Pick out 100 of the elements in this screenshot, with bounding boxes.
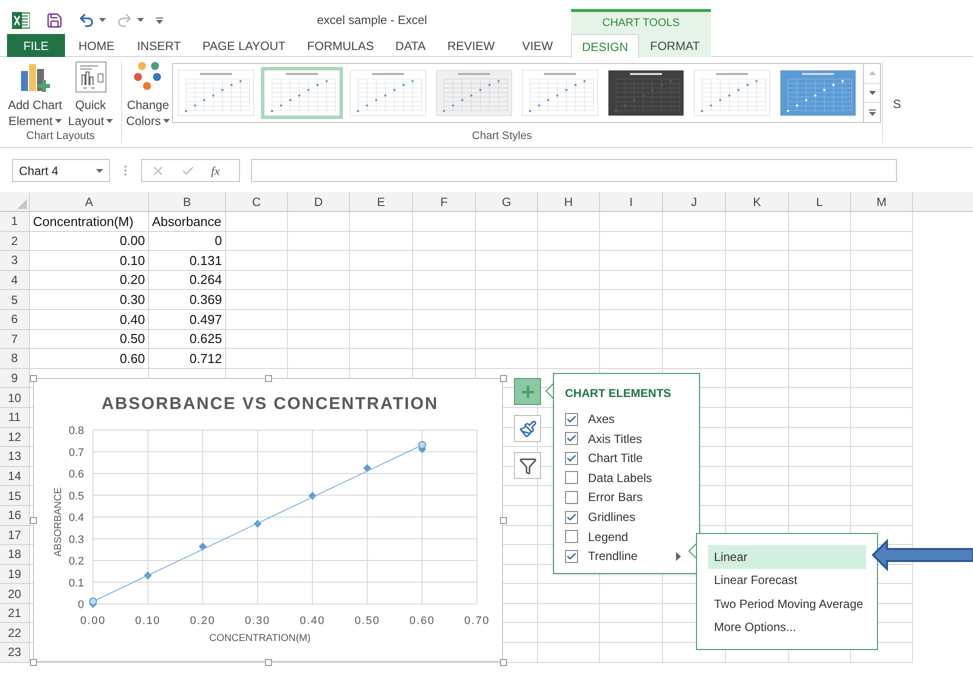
- row-number[interactable]: 3: [0, 251, 30, 271]
- row-number[interactable]: 21: [0, 604, 30, 624]
- element-label[interactable]: Axes: [588, 410, 676, 428]
- chart-style-thumbnail[interactable]: [691, 67, 773, 119]
- ribbon-tab[interactable]: FILE: [7, 34, 65, 57]
- menu-item[interactable]: Two Period Moving Average: [708, 592, 866, 616]
- change-colors-button[interactable]: Change Colors: [126, 61, 170, 129]
- checkbox[interactable]: [565, 490, 578, 504]
- resize-handle[interactable]: [30, 375, 37, 382]
- redo-icon[interactable]: [116, 12, 133, 28]
- resize-handle[interactable]: [265, 375, 272, 382]
- chart-style-thumbnail[interactable]: [175, 67, 257, 119]
- ribbon-tab[interactable]: DATA: [383, 34, 438, 57]
- undo-icon[interactable]: [78, 12, 95, 28]
- select-all-icon[interactable]: [17, 199, 27, 209]
- row-number[interactable]: 6: [0, 310, 30, 330]
- ribbon-tab[interactable]: REVIEW: [438, 34, 504, 57]
- resize-handle[interactable]: [30, 517, 37, 524]
- row-number[interactable]: 22: [0, 623, 30, 644]
- row-number[interactable]: 14: [0, 466, 30, 486]
- row-number[interactable]: 11: [0, 408, 30, 428]
- name-box[interactable]: Chart 4: [12, 159, 110, 182]
- column-header[interactable]: L: [789, 192, 851, 211]
- menu-item[interactable]: Linear Forecast: [708, 568, 866, 592]
- column-header[interactable]: G: [476, 192, 538, 211]
- element-label[interactable]: Chart Title: [588, 449, 676, 468]
- menu-item[interactable]: More Options...: [708, 616, 866, 639]
- row-number[interactable]: 2: [0, 232, 30, 252]
- element-label[interactable]: Legend: [588, 528, 676, 546]
- row-number[interactable]: 18: [0, 545, 30, 565]
- ribbon-tab[interactable]: PAGE LAYOUT: [190, 34, 298, 57]
- row-number[interactable]: 13: [0, 447, 30, 467]
- element-label[interactable]: Gridlines: [588, 508, 676, 526]
- element-label[interactable]: Error Bars: [588, 488, 676, 506]
- row-number[interactable]: 12: [0, 428, 30, 448]
- column-header[interactable]: C: [226, 192, 288, 211]
- chart-style-thumbnail[interactable]: [777, 67, 859, 119]
- ribbon-tab[interactable]: DESIGN: [571, 34, 639, 58]
- ribbon-tab[interactable]: INSERT: [128, 34, 190, 57]
- row-number[interactable]: 19: [0, 564, 30, 584]
- resize-handle[interactable]: [30, 659, 37, 666]
- chart-styles-button[interactable]: [514, 415, 541, 442]
- column-header[interactable]: K: [726, 192, 789, 211]
- row-number[interactable]: 7: [0, 330, 30, 350]
- insert-function-button[interactable]: fx: [211, 162, 220, 180]
- chart-style-thumbnail[interactable]: [261, 67, 343, 119]
- column-header[interactable]: H: [538, 192, 600, 211]
- chart-style-thumbnail[interactable]: [433, 67, 515, 119]
- column-header[interactable]: I: [600, 192, 663, 211]
- chart-style-thumbnail[interactable]: [605, 67, 687, 119]
- checkbox[interactable]: [565, 471, 578, 484]
- column-header[interactable]: D: [288, 192, 350, 211]
- ribbon-tab[interactable]: HOME: [65, 34, 128, 57]
- element-label[interactable]: Data Labels: [588, 468, 676, 487]
- row-number[interactable]: 10: [0, 388, 30, 408]
- row-number[interactable]: 17: [0, 526, 30, 546]
- row-number[interactable]: 20: [0, 584, 30, 604]
- ribbon-tab[interactable]: FORMULAS: [298, 34, 383, 57]
- element-label[interactable]: Axis Titles: [588, 430, 676, 448]
- column-header[interactable]: M: [851, 192, 913, 211]
- chart-filters-button[interactable]: [514, 452, 541, 479]
- formula-input[interactable]: [251, 159, 897, 182]
- row-number[interactable]: 4: [0, 270, 30, 290]
- column-header[interactable]: A: [30, 192, 149, 211]
- resize-handle[interactable]: [500, 517, 507, 524]
- checkbox[interactable]: [565, 510, 578, 524]
- element-label[interactable]: Trendline: [588, 547, 676, 566]
- menu-item[interactable]: Linear: [708, 545, 866, 568]
- resize-handle[interactable]: [500, 375, 507, 382]
- column-header[interactable]: J: [663, 192, 726, 211]
- column-header[interactable]: F: [413, 192, 476, 211]
- add-chart-element-button[interactable]: Add Chart Element: [6, 61, 64, 129]
- chart-elements-button[interactable]: [514, 378, 541, 405]
- quick-layout-button[interactable]: Quick Layout: [66, 61, 116, 129]
- row-number[interactable]: 15: [0, 486, 30, 506]
- resize-handle[interactable]: [265, 659, 272, 666]
- row-number[interactable]: 16: [0, 506, 30, 526]
- row-number[interactable]: 1: [0, 212, 30, 232]
- customize-toolbar-icon[interactable]: [156, 16, 163, 24]
- checkbox[interactable]: [565, 432, 578, 446]
- checkbox[interactable]: [565, 530, 578, 544]
- row-number[interactable]: 23: [0, 643, 30, 663]
- ribbon-tab[interactable]: VIEW: [504, 34, 571, 57]
- ribbon-tab[interactable]: FORMAT: [639, 34, 711, 57]
- row-number[interactable]: 8: [0, 349, 30, 369]
- vertical-dots-icon[interactable]: [124, 165, 127, 176]
- resize-handle[interactable]: [500, 659, 507, 666]
- checkbox[interactable]: [565, 550, 578, 563]
- data-point: [254, 520, 262, 528]
- column-header[interactable]: B: [149, 192, 226, 211]
- chart-style-thumbnail[interactable]: [347, 67, 429, 119]
- save-icon[interactable]: [46, 12, 63, 28]
- column-header[interactable]: E: [350, 192, 413, 211]
- chart-style-thumbnail[interactable]: [519, 67, 601, 119]
- row-number[interactable]: 5: [0, 290, 30, 310]
- excel-logo-icon[interactable]: [12, 12, 30, 28]
- chart-styles-gallery[interactable]: [172, 63, 881, 123]
- checkbox[interactable]: [565, 412, 578, 426]
- checkbox[interactable]: [565, 452, 578, 465]
- row-number[interactable]: 9: [0, 368, 30, 388]
